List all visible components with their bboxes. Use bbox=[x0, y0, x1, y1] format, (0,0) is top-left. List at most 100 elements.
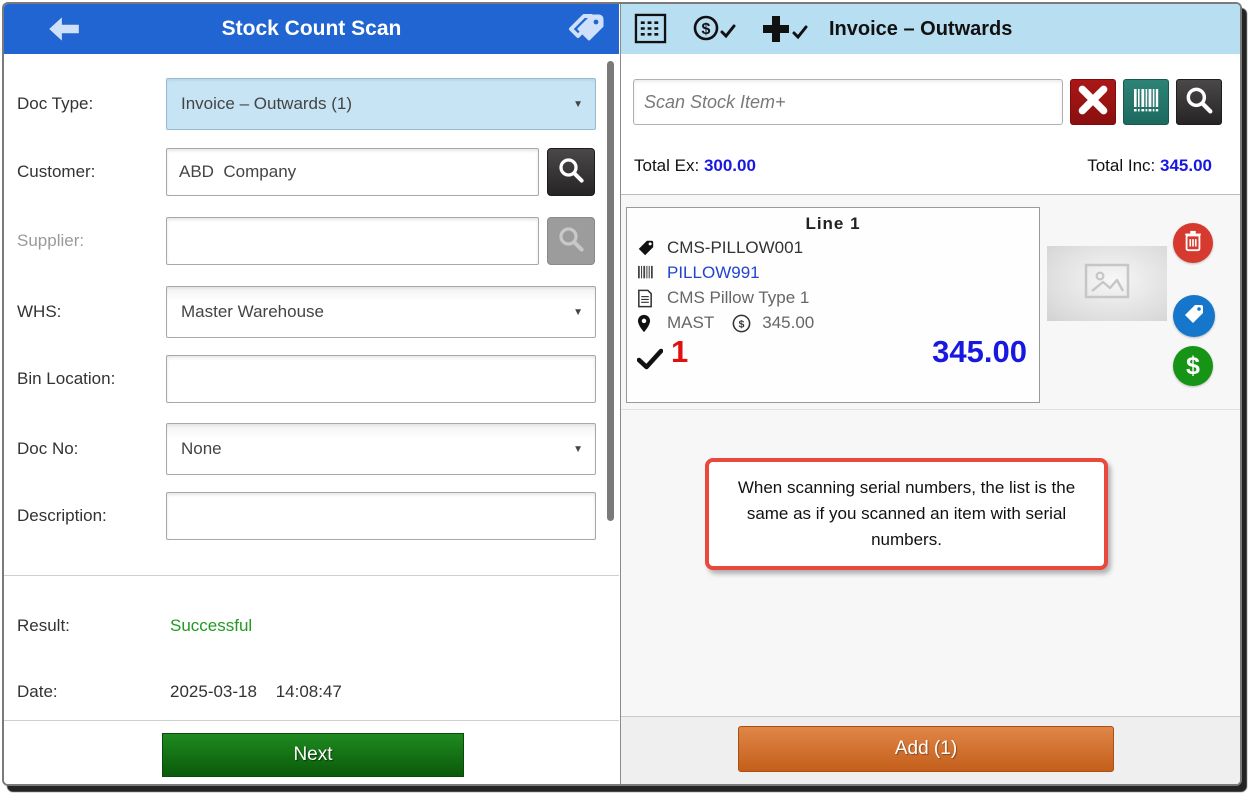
whs-select[interactable]: Master Warehouse ▼ bbox=[166, 286, 596, 338]
doc-no-row: Doc No: None ▼ bbox=[4, 423, 619, 475]
item-image-placeholder[interactable] bbox=[1047, 246, 1167, 321]
clear-x-icon bbox=[1076, 83, 1110, 122]
total-ex: Total Ex: 300.00 bbox=[634, 156, 756, 176]
left-panel-scrollbar[interactable] bbox=[607, 61, 614, 521]
tags-icon bbox=[565, 14, 605, 52]
info-note: When scanning serial numbers, the list i… bbox=[705, 458, 1108, 570]
check-icon bbox=[636, 348, 664, 375]
price-confirm-button[interactable]: $ bbox=[693, 15, 737, 48]
barcode-row: PILLOW991 bbox=[637, 263, 760, 283]
line-item-card[interactable]: Line 1 CMS-PILLOW001 PILLOW991 CMS Pillo… bbox=[626, 207, 1040, 403]
panel-title: Stock Count Scan bbox=[221, 17, 402, 40]
total-ex-label: Total Ex: bbox=[634, 156, 700, 175]
warehouse-price-row: MAST $ 345.00 bbox=[637, 313, 814, 333]
description-label: Description: bbox=[17, 506, 107, 525]
doc-type-select[interactable]: Invoice – Outwards (1) ▼ bbox=[166, 78, 596, 130]
svg-text:$: $ bbox=[702, 21, 711, 38]
line-quantity: 1 bbox=[671, 334, 689, 369]
stock-count-panel: Stock Count Scan Doc Type: Invoice – Out bbox=[4, 4, 619, 784]
doc-no-value: None bbox=[181, 439, 222, 458]
item-code: CMS-PILLOW001 bbox=[667, 238, 804, 257]
customer-row: Customer: bbox=[4, 148, 619, 196]
invoice-header: $ Invoice – Outwards bbox=[621, 4, 1240, 54]
keypad-icon bbox=[634, 13, 667, 48]
delete-line-button[interactable] bbox=[1173, 223, 1213, 263]
invoice-footer: Add (1) bbox=[621, 716, 1240, 784]
date-text: 2025-03-18 bbox=[170, 682, 257, 701]
item-search-button[interactable] bbox=[1176, 79, 1222, 125]
scanned-items-list: Line 1 CMS-PILLOW001 PILLOW991 CMS Pillo… bbox=[621, 194, 1240, 716]
add-button[interactable]: Add (1) bbox=[738, 726, 1114, 772]
tag-icon bbox=[637, 239, 659, 257]
list-row-separator bbox=[621, 409, 1240, 410]
item-barcode-link[interactable]: PILLOW991 bbox=[667, 263, 760, 283]
date-label: Date: bbox=[17, 682, 58, 701]
search-icon bbox=[556, 224, 586, 259]
search-icon bbox=[1183, 84, 1215, 121]
doc-type-label: Doc Type: bbox=[17, 94, 94, 113]
doc-type-value: Invoice – Outwards (1) bbox=[181, 94, 353, 113]
customer-search-button[interactable] bbox=[547, 148, 595, 196]
bin-location-label: Bin Location: bbox=[17, 369, 116, 388]
tags-button[interactable] bbox=[565, 10, 605, 48]
invoice-title: Invoice – Outwards bbox=[829, 18, 1013, 40]
doc-no-label: Doc No: bbox=[17, 439, 79, 458]
total-inc-value: 345.00 bbox=[1160, 156, 1212, 175]
description-input[interactable] bbox=[166, 492, 596, 540]
document-icon bbox=[637, 289, 659, 308]
next-button-label: Next bbox=[293, 744, 333, 765]
add-mode-button[interactable] bbox=[761, 14, 809, 49]
line-total: 345.00 bbox=[932, 334, 1027, 369]
chevron-down-icon: ▼ bbox=[573, 443, 583, 455]
whs-value: Master Warehouse bbox=[181, 302, 324, 321]
tag-icon bbox=[1182, 302, 1206, 331]
time-text: 14:08:47 bbox=[275, 682, 342, 701]
result-label: Result: bbox=[17, 616, 70, 635]
edit-tag-button[interactable] bbox=[1173, 295, 1215, 337]
barcode-icon bbox=[637, 265, 659, 281]
info-note-text: When scanning serial numbers, the list i… bbox=[737, 478, 1076, 549]
customer-input[interactable] bbox=[166, 148, 539, 196]
section-divider bbox=[4, 575, 619, 576]
line-header: Line 1 bbox=[805, 214, 861, 233]
supplier-row: Supplier: bbox=[4, 217, 619, 265]
clear-button[interactable] bbox=[1070, 79, 1116, 125]
price-button[interactable]: $ bbox=[1173, 346, 1213, 386]
app-window: Stock Count Scan Doc Type: Invoice – Out bbox=[2, 2, 1242, 786]
total-inc: Total Inc: 345.00 bbox=[1087, 156, 1212, 176]
scan-stock-item-input[interactable] bbox=[633, 79, 1063, 125]
keypad-button[interactable] bbox=[634, 13, 667, 49]
dollar-icon: $ bbox=[1186, 351, 1200, 380]
bin-location-input[interactable] bbox=[166, 355, 596, 403]
customer-label: Customer: bbox=[17, 162, 96, 181]
chevron-down-icon: ▼ bbox=[573, 98, 583, 110]
search-icon bbox=[556, 155, 586, 190]
doc-no-select[interactable]: None ▼ bbox=[166, 423, 596, 475]
footer-divider bbox=[4, 720, 619, 721]
bin-location-row: Bin Location: bbox=[4, 355, 619, 403]
barcode-icon bbox=[1130, 84, 1162, 121]
item-code-row: CMS-PILLOW001 bbox=[637, 238, 803, 258]
whs-row: WHS: Master Warehouse ▼ bbox=[4, 286, 619, 338]
item-description: CMS Pillow Type 1 bbox=[667, 288, 810, 307]
doc-type-row: Doc Type: Invoice – Outwards (1) ▼ bbox=[4, 78, 619, 130]
chevron-down-icon: ▼ bbox=[573, 306, 583, 318]
supplier-label: Supplier: bbox=[17, 231, 85, 250]
total-inc-label: Total Inc: bbox=[1087, 156, 1156, 175]
dollar-check-icon: $ bbox=[693, 15, 737, 47]
whs-label: WHS: bbox=[17, 302, 62, 321]
add-button-label: Add (1) bbox=[894, 738, 958, 759]
plus-check-icon bbox=[761, 16, 809, 48]
totals-row: Total Ex: 300.00 Total Inc: 345.00 bbox=[621, 156, 1240, 184]
supplier-input[interactable] bbox=[166, 217, 539, 265]
trash-icon bbox=[1183, 230, 1203, 257]
app-screen: Stock Count Scan Doc Type: Invoice – Out bbox=[0, 0, 1250, 794]
price-circle-icon: $ bbox=[732, 314, 754, 333]
stock-count-header: Stock Count Scan bbox=[4, 4, 619, 54]
svg-text:$: $ bbox=[739, 319, 745, 330]
next-button[interactable]: Next bbox=[162, 733, 464, 777]
invoice-panel: $ Invoice – Outwards Scan Stock Item+ To… bbox=[620, 4, 1240, 784]
barcode-scan-button[interactable] bbox=[1123, 79, 1169, 125]
unit-price: 345.00 bbox=[762, 313, 815, 332]
image-icon bbox=[1084, 263, 1130, 304]
